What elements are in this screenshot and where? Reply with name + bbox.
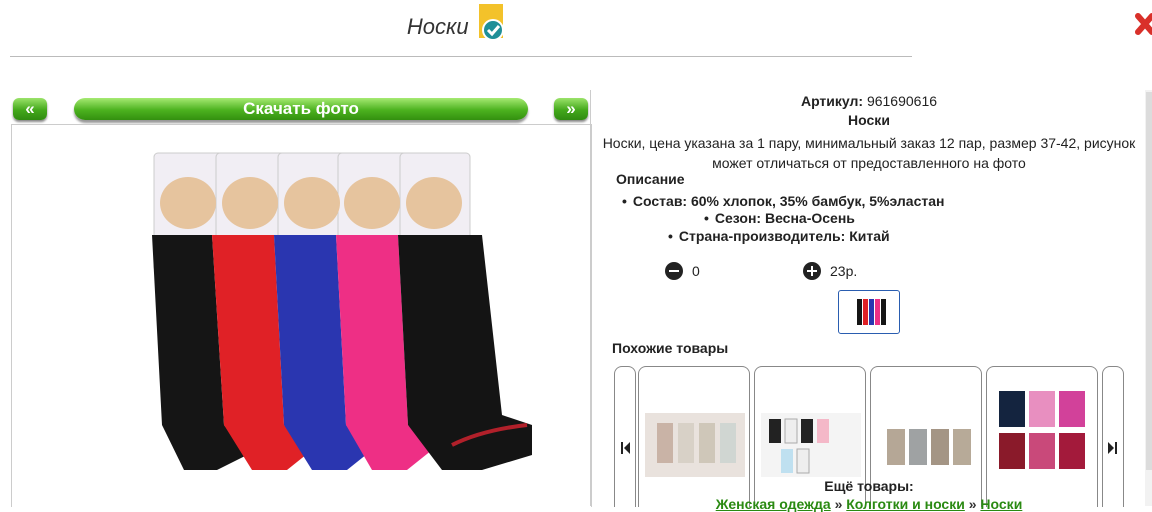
breadcrumb-link[interactable]: Женская одежда bbox=[716, 496, 831, 512]
spec-item: Состав: 60% хлопок, 35% бамбук, 5%эласта… bbox=[622, 193, 945, 209]
similar-item-image bbox=[877, 413, 977, 477]
similar-item-image bbox=[761, 413, 861, 477]
product-photo-frame bbox=[11, 124, 592, 507]
sku-line: Артикул: 961690616 bbox=[594, 93, 1144, 109]
description-heading: Описание bbox=[616, 171, 685, 187]
download-photo-button[interactable]: Скачать фото bbox=[74, 98, 528, 120]
similar-heading: Похожие товары bbox=[612, 340, 729, 356]
similar-item-image bbox=[645, 413, 745, 477]
title-row: Носки bbox=[0, 4, 912, 46]
more-products-heading: Ещё товары: bbox=[824, 478, 914, 494]
plus-icon[interactable] bbox=[803, 262, 821, 280]
product-photo bbox=[152, 152, 532, 470]
close-icon[interactable] bbox=[1132, 10, 1152, 46]
similar-item-image bbox=[993, 377, 1093, 477]
page-title: Носки bbox=[406, 14, 469, 39]
product-name: Носки bbox=[848, 112, 890, 128]
sku-value: 961690616 bbox=[866, 93, 938, 109]
price-value: 23р. bbox=[830, 263, 858, 279]
category-breadcrumb: Женская одежда » Колготки и носки » Носк… bbox=[594, 496, 1144, 512]
breadcrumb-link[interactable]: Колготки и носки bbox=[846, 496, 965, 512]
breadcrumb-link[interactable]: Носки bbox=[980, 496, 1022, 512]
minus-icon[interactable] bbox=[665, 262, 683, 280]
prev-photo-button[interactable]: « bbox=[13, 98, 47, 120]
scrollbar-thumb[interactable] bbox=[1146, 92, 1152, 470]
verified-badge-icon bbox=[477, 4, 505, 42]
title-divider bbox=[10, 56, 912, 57]
next-photo-button[interactable]: » bbox=[554, 98, 588, 120]
quantity-value: 0 bbox=[692, 263, 700, 279]
breadcrumb-separator: » bbox=[968, 496, 977, 512]
breadcrumb-separator: » bbox=[834, 496, 843, 512]
sku-label: Артикул: bbox=[800, 93, 864, 109]
product-thumbnail[interactable] bbox=[838, 290, 900, 334]
spec-item: Сезон: Весна-Осень bbox=[704, 210, 855, 226]
product-description: Носки, цена указана за 1 пару, минимальн… bbox=[602, 135, 1136, 171]
spec-item: Страна-производитель: Китай bbox=[668, 228, 890, 244]
